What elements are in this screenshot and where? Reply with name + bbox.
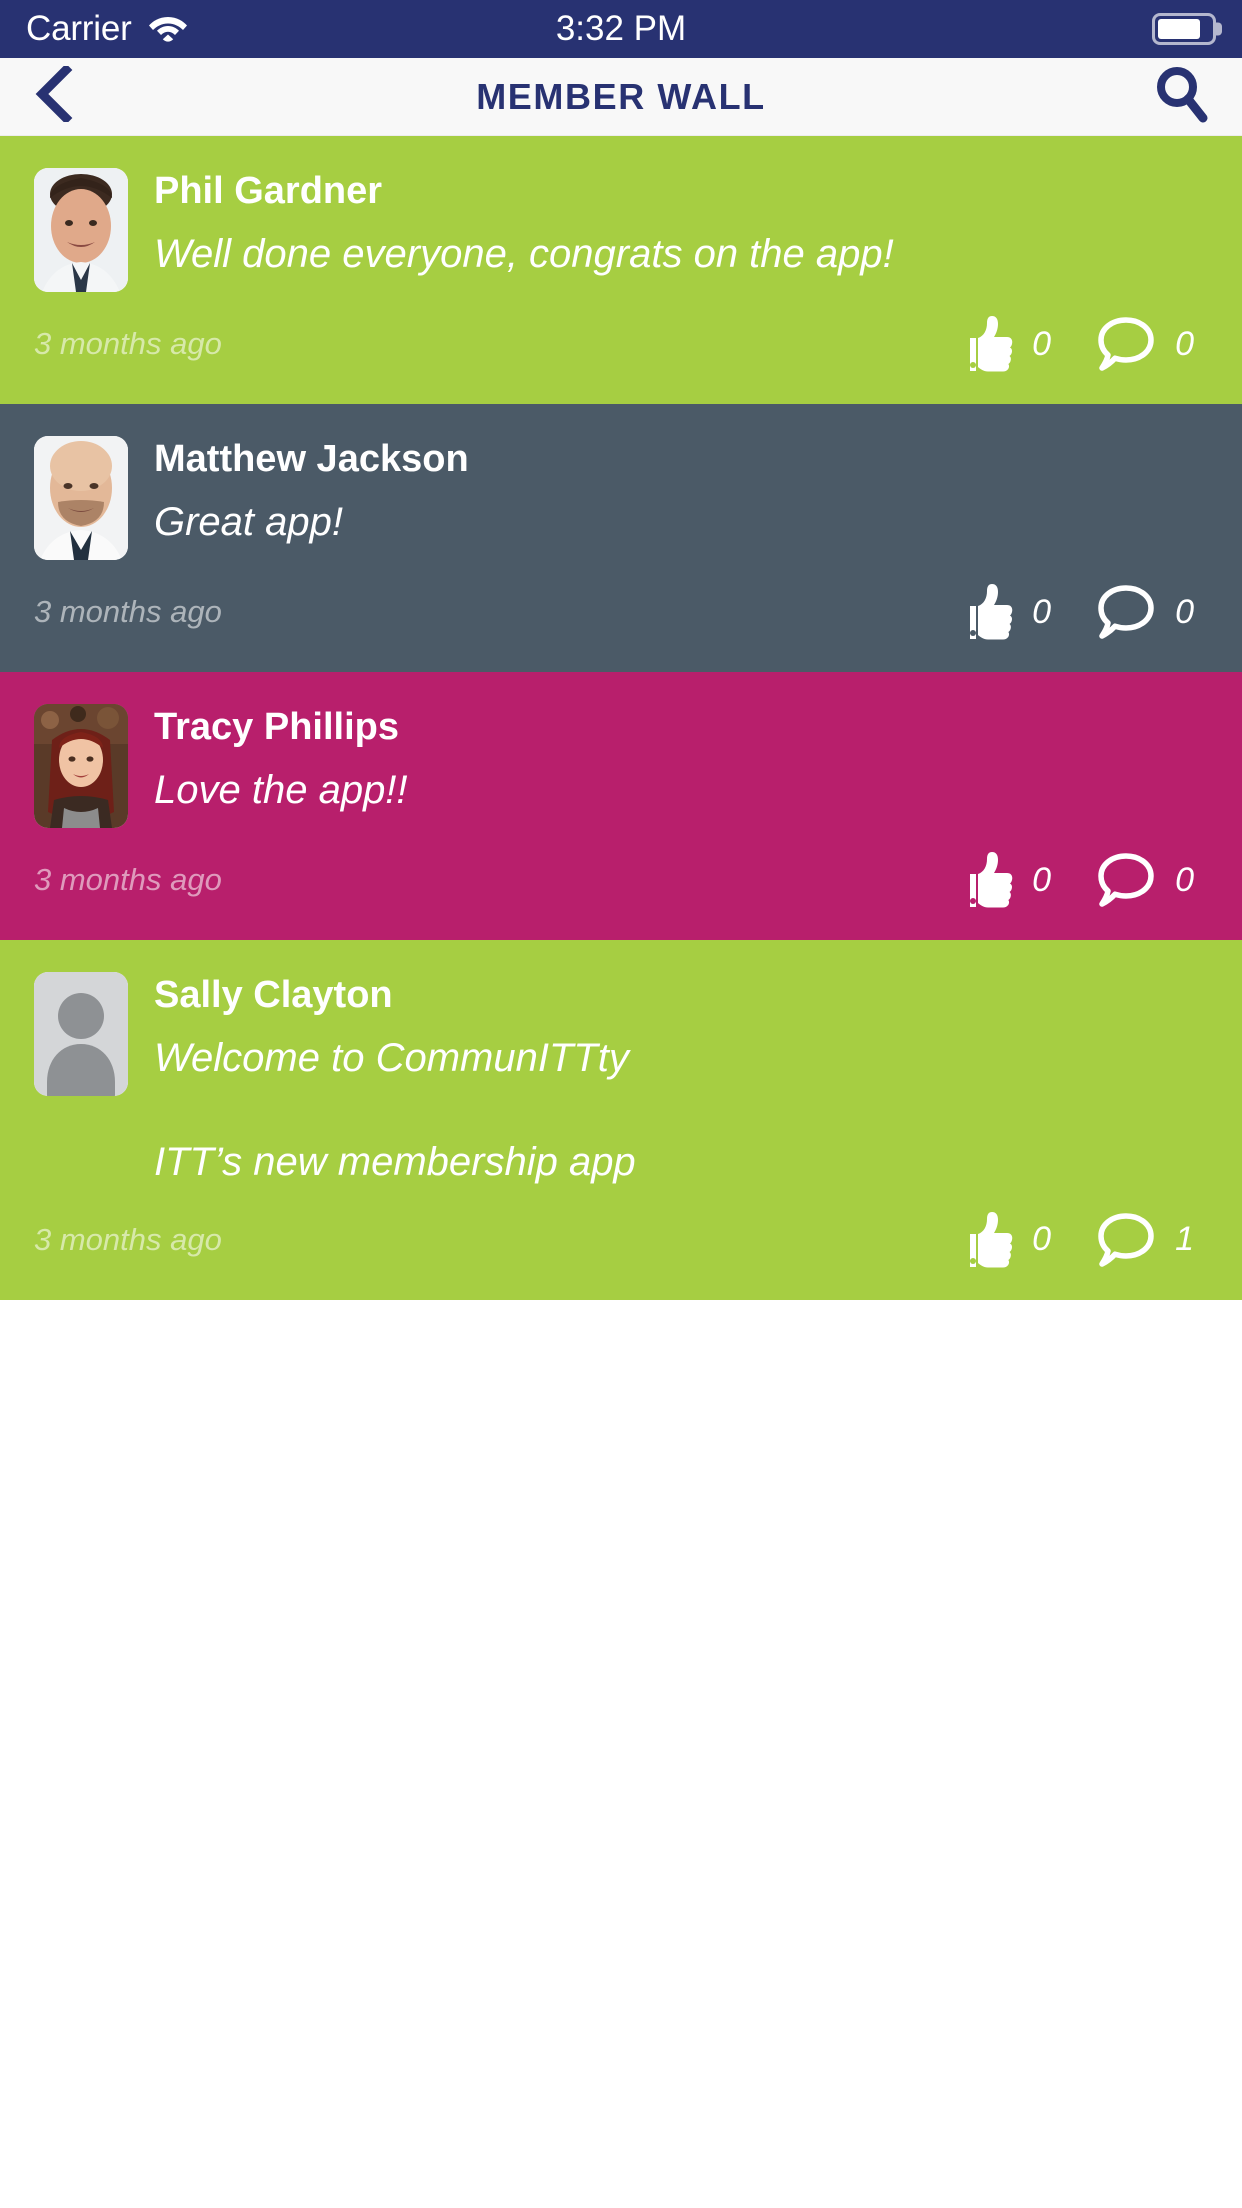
status-bar-right [1152,13,1222,45]
comment-button[interactable]: 0 [1095,314,1194,374]
wifi-icon [148,12,188,47]
avatar[interactable] [34,704,128,828]
thumbs-up-icon [958,850,1014,910]
post-header: Phil Gardner Well done everyone, congrat… [34,168,1208,292]
comment-bubble-icon [1095,582,1157,642]
status-bar: Carrier 3:32 PM [0,0,1242,58]
author-name: Sally Clayton [154,974,393,1016]
post-timestamp: 3 months ago [34,1221,222,1257]
post-message: Love the app!! [154,767,408,812]
like-button[interactable]: 0 [958,1210,1051,1270]
chevron-left-icon [34,63,74,127]
like-count: 0 [1032,592,1052,631]
post-actions: 0 0 [958,314,1194,374]
author-name: Matthew Jackson [154,438,469,480]
status-bar-left: Carrier [26,9,188,49]
search-icon [1154,65,1208,128]
comment-button[interactable]: 0 [1095,850,1194,910]
post-header: Sally Clayton Welcome to CommunITTty ITT… [34,972,1208,1188]
post-card[interactable]: Tracy Phillips Love the app!! 3 months a… [0,672,1242,940]
nav-bar: MEMBER WALL [0,58,1242,136]
post-card[interactable]: Sally Clayton Welcome to CommunITTty ITT… [0,940,1242,1300]
battery-cap [1216,22,1222,36]
back-button[interactable] [34,63,94,127]
thumbs-up-icon [958,314,1014,374]
post-actions: 0 0 [958,582,1194,642]
comment-count: 0 [1175,592,1194,631]
post-body: Sally Clayton Welcome to CommunITTty ITT… [154,972,1208,1188]
thumbs-up-icon [958,1210,1014,1270]
like-count: 0 [1032,324,1052,363]
search-button[interactable] [1148,67,1208,127]
like-button[interactable]: 0 [958,582,1051,642]
post-body: Tracy Phillips Love the app!! [154,704,1208,816]
battery-fill [1158,19,1200,39]
post-header: Matthew Jackson Great app! [34,436,1208,560]
author-name: Phil Gardner [154,170,383,212]
comment-count: 0 [1175,324,1194,363]
comment-button[interactable]: 1 [1095,1210,1194,1270]
post-header: Tracy Phillips Love the app!! [34,704,1208,828]
post-body: Matthew Jackson Great app! [154,436,1208,548]
thumbs-up-icon [958,582,1014,642]
post-actions: 0 1 [958,1210,1194,1270]
avatar[interactable] [34,436,128,560]
post-footer: 3 months ago 0 [34,828,1208,940]
post-timestamp: 3 months ago [34,594,222,629]
post-timestamp: 3 months ago [34,326,222,361]
battery-icon [1152,13,1222,45]
post-message: Great app! [154,499,344,544]
page-title: MEMBER WALL [476,75,766,117]
comment-count: 1 [1175,1220,1194,1259]
like-count: 0 [1032,860,1052,899]
post-message: Welcome to CommunITTty ITT’s new members… [154,1035,636,1184]
post-card[interactable]: Phil Gardner Well done everyone, congrat… [0,136,1242,404]
post-footer: 3 months ago 0 [34,292,1208,404]
post-actions: 0 0 [958,850,1194,910]
post-message: Well done everyone, congrats on the app! [154,231,894,276]
post-body: Phil Gardner Well done everyone, congrat… [154,168,1208,280]
comment-bubble-icon [1095,314,1157,374]
post-footer: 3 months ago 0 [34,560,1208,672]
author-name: Tracy Phillips [154,706,399,748]
comment-count: 0 [1175,860,1194,899]
like-count: 0 [1032,1220,1052,1259]
like-button[interactable]: 0 [958,314,1051,374]
avatar[interactable] [34,168,128,292]
avatar[interactable] [34,972,128,1096]
comment-bubble-icon [1095,850,1157,910]
member-wall-feed: Phil Gardner Well done everyone, congrat… [0,136,1242,1300]
post-card[interactable]: Matthew Jackson Great app! 3 months ago … [0,404,1242,672]
carrier-label: Carrier [26,9,132,48]
comment-bubble-icon [1095,1210,1157,1270]
post-timestamp: 3 months ago [34,862,222,897]
like-button[interactable]: 0 [958,850,1051,910]
comment-button[interactable]: 0 [1095,582,1194,642]
post-footer: 3 months ago 0 [34,1188,1208,1300]
